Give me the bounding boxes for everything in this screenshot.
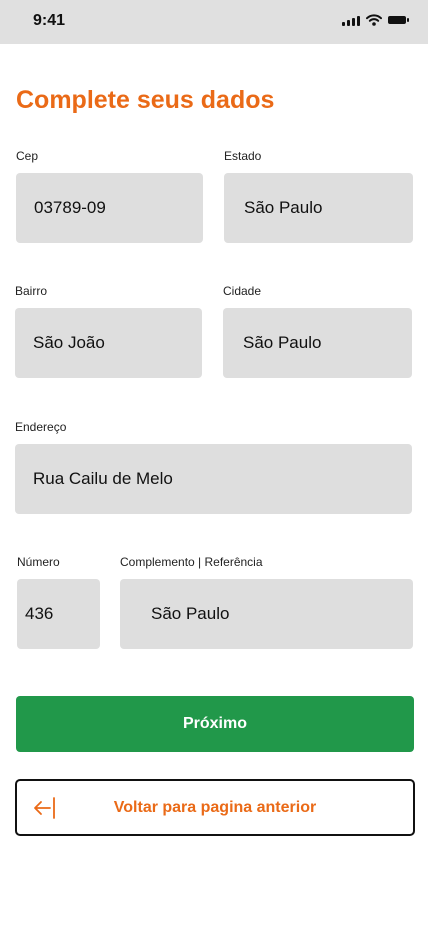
bairro-label: Bairro <box>15 284 48 298</box>
cidade-input[interactable]: São Paulo <box>223 308 412 378</box>
estado-label: Estado <box>224 149 262 163</box>
cidade-label: Cidade <box>223 284 262 298</box>
next-button-label: Próximo <box>182 715 247 732</box>
signal-icon <box>342 15 360 26</box>
back-button[interactable]: Voltar para pagina anterior <box>15 779 415 836</box>
status-time: 9:41 <box>33 12 66 29</box>
endereco-value: Rua Cailu de Melo <box>33 469 173 488</box>
cep-label: Cep <box>16 149 39 163</box>
estado-input[interactable]: São Paulo <box>224 173 413 243</box>
bairro-value: São João <box>33 333 105 352</box>
bairro-input[interactable]: São João <box>15 308 202 378</box>
cep-input[interactable]: 03789-09 <box>16 173 203 243</box>
estado-value: São Paulo <box>244 198 323 217</box>
endereco-label: Endereço <box>15 420 67 434</box>
battery-icon <box>388 16 409 24</box>
complemento-label: Complemento | Referência <box>120 555 263 569</box>
page-title: Complete seus dados <box>16 86 275 114</box>
wifi-icon <box>366 14 382 26</box>
numero-input[interactable]: 436 <box>17 579 100 649</box>
numero-value: 436 <box>25 604 54 623</box>
complemento-value: São Paulo <box>151 604 230 623</box>
status-bar: 9:41 <box>0 0 428 44</box>
next-button[interactable]: Próximo <box>16 696 414 752</box>
endereco-input[interactable]: Rua Cailu de Melo <box>15 444 412 514</box>
status-icons <box>342 14 409 26</box>
cidade-value: São Paulo <box>243 333 322 352</box>
complemento-input[interactable]: São Paulo <box>120 579 413 649</box>
cep-value: 03789-09 <box>34 198 106 217</box>
numero-label: Número <box>17 555 60 569</box>
back-button-label: Voltar para pagina anterior <box>113 799 317 816</box>
